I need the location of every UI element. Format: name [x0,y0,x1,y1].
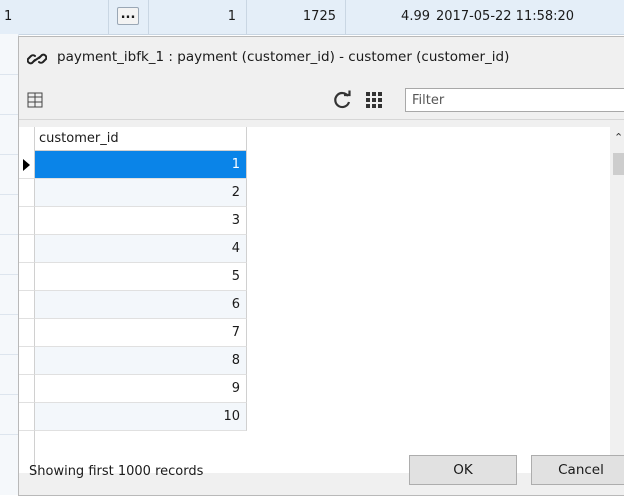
customer-id-cell[interactable]: 2 [35,179,247,207]
lookup-button[interactable]: ... [117,7,139,25]
grid-icon[interactable] [365,91,383,109]
status-text: Showing first 1000 records [29,464,204,479]
column-header-customer-id[interactable]: customer_id [35,127,247,151]
row-gutter-cell[interactable] [19,179,35,207]
row-gutter-cell[interactable] [19,151,35,179]
table-row[interactable]: 10 [19,403,247,431]
row-gutter-cell[interactable] [19,403,35,431]
popup-title: payment_ibfk_1 : payment (customer_id) -… [57,49,510,65]
customer-id-cell[interactable]: 10 [35,403,247,431]
column-divider [345,0,346,34]
customer-id-cell[interactable]: 6 [35,291,247,319]
row-gutter-cell[interactable] [19,347,35,375]
customer-id-cell[interactable]: 3 [35,207,247,235]
column-divider [246,0,247,34]
background-row-gutter [0,34,19,495]
link-icon [26,51,48,67]
table-row[interactable]: 7 [19,319,247,347]
row-gutter-cell[interactable] [19,207,35,235]
background-table-row[interactable]: 1 ... 1 1725 4.99 2017-05-22 11:58:20 [0,0,624,35]
customer-id-cell[interactable]: 4 [35,235,247,263]
customer-id-cell[interactable]: 8 [35,347,247,375]
customer-id-cell[interactable]: 9 [35,375,247,403]
customer-id-cell[interactable]: 7 [35,319,247,347]
table-row[interactable]: 8 [19,347,247,375]
column-divider [148,0,149,34]
cell-col-2[interactable]: 1725 [250,0,336,34]
grid-rows: 1 2 3 4 5 6 7 8 9 10 [19,151,247,431]
table-row[interactable]: 3 [19,207,247,235]
cell-col-4[interactable]: 2017-05-22 11:58:20 [436,0,574,34]
row-gutter-cell[interactable] [19,235,35,263]
chevron-up-icon[interactable]: ⌃ [614,131,623,144]
table-row[interactable]: 1 [19,151,247,179]
customer-id-cell[interactable]: 1 [35,151,247,179]
row-gutter-cell[interactable] [19,263,35,291]
table-row[interactable]: 6 [19,291,247,319]
popup-toolbar [19,81,624,120]
vertical-scrollbar[interactable]: ⌃ ⌄ [610,127,624,473]
customer-id-cell[interactable]: 5 [35,263,247,291]
columns-icon[interactable] [27,92,43,108]
column-divider [108,0,109,34]
row-gutter-cell[interactable] [19,291,35,319]
current-row-pointer-icon [23,159,30,171]
row-gutter-cell[interactable] [19,375,35,403]
lookup-grid: customer_id 12345678910 ⌃ ⌄ [19,127,624,473]
table-row[interactable]: 2 [19,179,247,207]
cell-col-1[interactable]: 1 [150,0,236,34]
foreign-key-lookup-popup: payment_ibfk_1 : payment (customer_id) -… [18,36,624,496]
table-row[interactable]: 9 [19,375,247,403]
popup-footer: Showing first 1000 records OK Cancel [19,455,624,497]
filter-input[interactable] [405,88,624,112]
cell-col-3[interactable]: 4.99 [350,0,430,34]
cancel-button[interactable]: Cancel [531,455,624,485]
table-row[interactable]: 4 [19,235,247,263]
scrollbar-thumb[interactable] [613,153,624,175]
ok-button[interactable]: OK [409,455,517,485]
refresh-icon[interactable] [333,90,353,110]
row-gutter-cell[interactable] [19,319,35,347]
popup-header: payment_ibfk_1 : payment (customer_id) -… [19,37,624,79]
row-number: 1 [4,9,13,24]
table-row[interactable]: 5 [19,263,247,291]
